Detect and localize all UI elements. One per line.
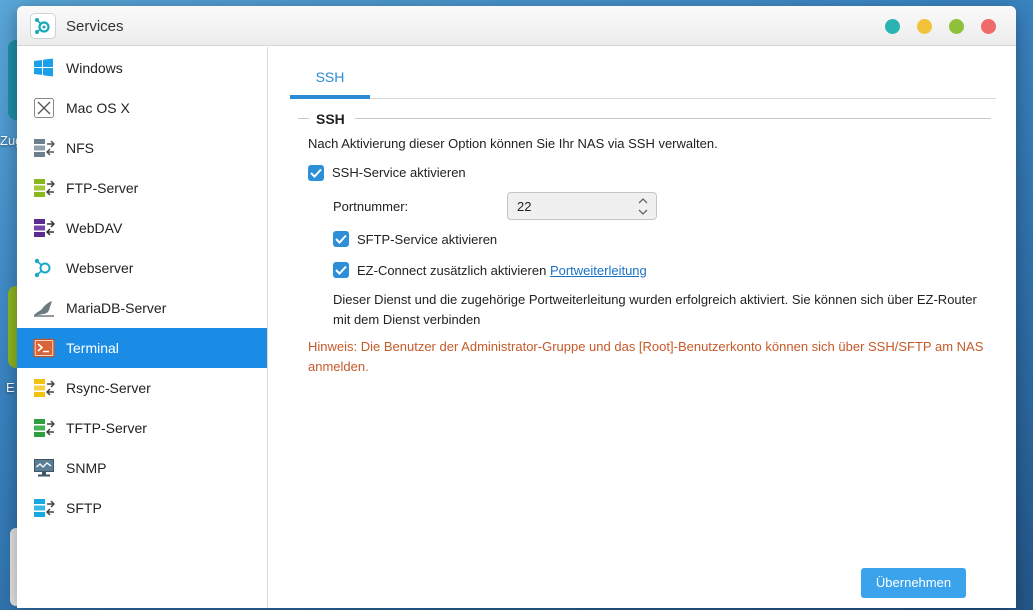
webdav-icon: [33, 218, 56, 238]
section-title: SSH: [316, 111, 345, 127]
ez-connect-status-note: Dieser Dienst und die zugehörige Portwei…: [333, 292, 977, 327]
tab-ssh[interactable]: SSH: [290, 47, 370, 99]
apply-button[interactable]: Übernehmen: [861, 568, 966, 598]
sftp-icon: [33, 498, 56, 518]
sftp-service-checkbox[interactable]: [333, 231, 349, 247]
rsync-icon: [33, 378, 56, 398]
sidebar-item-terminal[interactable]: Terminal: [17, 328, 267, 368]
nfs-icon: [33, 138, 56, 158]
webserver-icon: [33, 258, 55, 278]
sidebar-item-label: Mac OS X: [66, 100, 130, 116]
sidebar-item-label: Rsync-Server: [66, 380, 151, 396]
sidebar-item-label: WebDAV: [66, 220, 123, 236]
sidebar-item-mariadb[interactable]: MariaDB-Server: [17, 288, 267, 328]
sidebar-item-macos[interactable]: Mac OS X: [17, 88, 267, 128]
checkmark-icon: [335, 234, 347, 244]
ez-connect-row: EZ-Connect zusätzlich aktivieren Portwei…: [357, 263, 647, 278]
sidebar-item-nfs[interactable]: NFS: [17, 128, 267, 168]
port-number-stepper[interactable]: 22: [507, 192, 657, 220]
title-bar: Services: [17, 6, 1016, 46]
services-window: Services Windows Mac OS X NFS FTP-Server…: [17, 6, 1016, 608]
sidebar-item-label: NFS: [66, 140, 94, 156]
tftp-icon: [33, 418, 56, 438]
section-divider: [355, 118, 991, 119]
sidebar-item-label: TFTP-Server: [66, 420, 147, 436]
ftp-server-icon: [33, 178, 56, 198]
window-title: Services: [66, 18, 124, 35]
sidebar-item-webdav[interactable]: WebDAV: [17, 208, 267, 248]
sidebar: Windows Mac OS X NFS FTP-Server WebDAV W…: [17, 47, 268, 608]
info-button[interactable]: [885, 19, 900, 34]
close-button[interactable]: [981, 19, 996, 34]
sidebar-item-snmp[interactable]: SNMP: [17, 448, 267, 488]
ssh-service-checkbox[interactable]: [308, 165, 324, 181]
tab-bar: SSH: [290, 47, 996, 99]
sidebar-item-label: Windows: [66, 60, 123, 76]
admin-hint: Hinweis: Die Benutzer der Administrator-…: [308, 339, 984, 374]
sidebar-item-rsync-server[interactable]: Rsync-Server: [17, 368, 267, 408]
services-app-icon: [30, 13, 56, 39]
sidebar-item-tftp-server[interactable]: TFTP-Server: [17, 408, 267, 448]
sidebar-item-label: Webserver: [66, 260, 134, 276]
sftp-service-label[interactable]: SFTP-Service aktivieren: [357, 232, 497, 247]
sidebar-item-label: SNMP: [66, 460, 107, 476]
chevron-down-icon[interactable]: [637, 207, 649, 217]
sidebar-item-ftp-server[interactable]: FTP-Server: [17, 168, 267, 208]
maximize-button[interactable]: [949, 19, 964, 34]
sidebar-item-sftp[interactable]: SFTP: [17, 488, 267, 528]
sidebar-item-label: Terminal: [66, 340, 119, 356]
main-content: SSH SSH Nach Aktivierung dieser Option k…: [269, 47, 1016, 608]
macos-icon: [33, 98, 55, 118]
minimize-button[interactable]: [917, 19, 932, 34]
sidebar-item-label: MariaDB-Server: [66, 300, 167, 316]
section-divider: [298, 118, 309, 119]
windows-icon: [33, 58, 55, 78]
mariadb-icon: [33, 298, 55, 318]
sidebar-item-label: FTP-Server: [66, 180, 139, 196]
sidebar-item-webserver[interactable]: Webserver: [17, 248, 267, 288]
port-forwarding-link[interactable]: Portweiterleitung: [550, 263, 647, 278]
terminal-icon: [33, 338, 55, 358]
port-label: Portnummer:: [333, 199, 409, 214]
checkmark-icon: [335, 265, 347, 275]
chevron-up-icon[interactable]: [637, 196, 649, 206]
snmp-icon: [33, 458, 55, 478]
ssh-description: Nach Aktivierung dieser Option können Si…: [308, 136, 718, 151]
sidebar-item-label: SFTP: [66, 500, 102, 516]
sidebar-item-windows[interactable]: Windows: [17, 48, 267, 88]
desktop-label: E: [6, 380, 15, 395]
ez-connect-label[interactable]: EZ-Connect zusätzlich aktivieren: [357, 263, 546, 278]
port-value[interactable]: 22: [517, 199, 531, 214]
ssh-service-label[interactable]: SSH-Service aktivieren: [332, 165, 466, 180]
checkmark-icon: [310, 168, 322, 178]
ez-connect-checkbox[interactable]: [333, 262, 349, 278]
